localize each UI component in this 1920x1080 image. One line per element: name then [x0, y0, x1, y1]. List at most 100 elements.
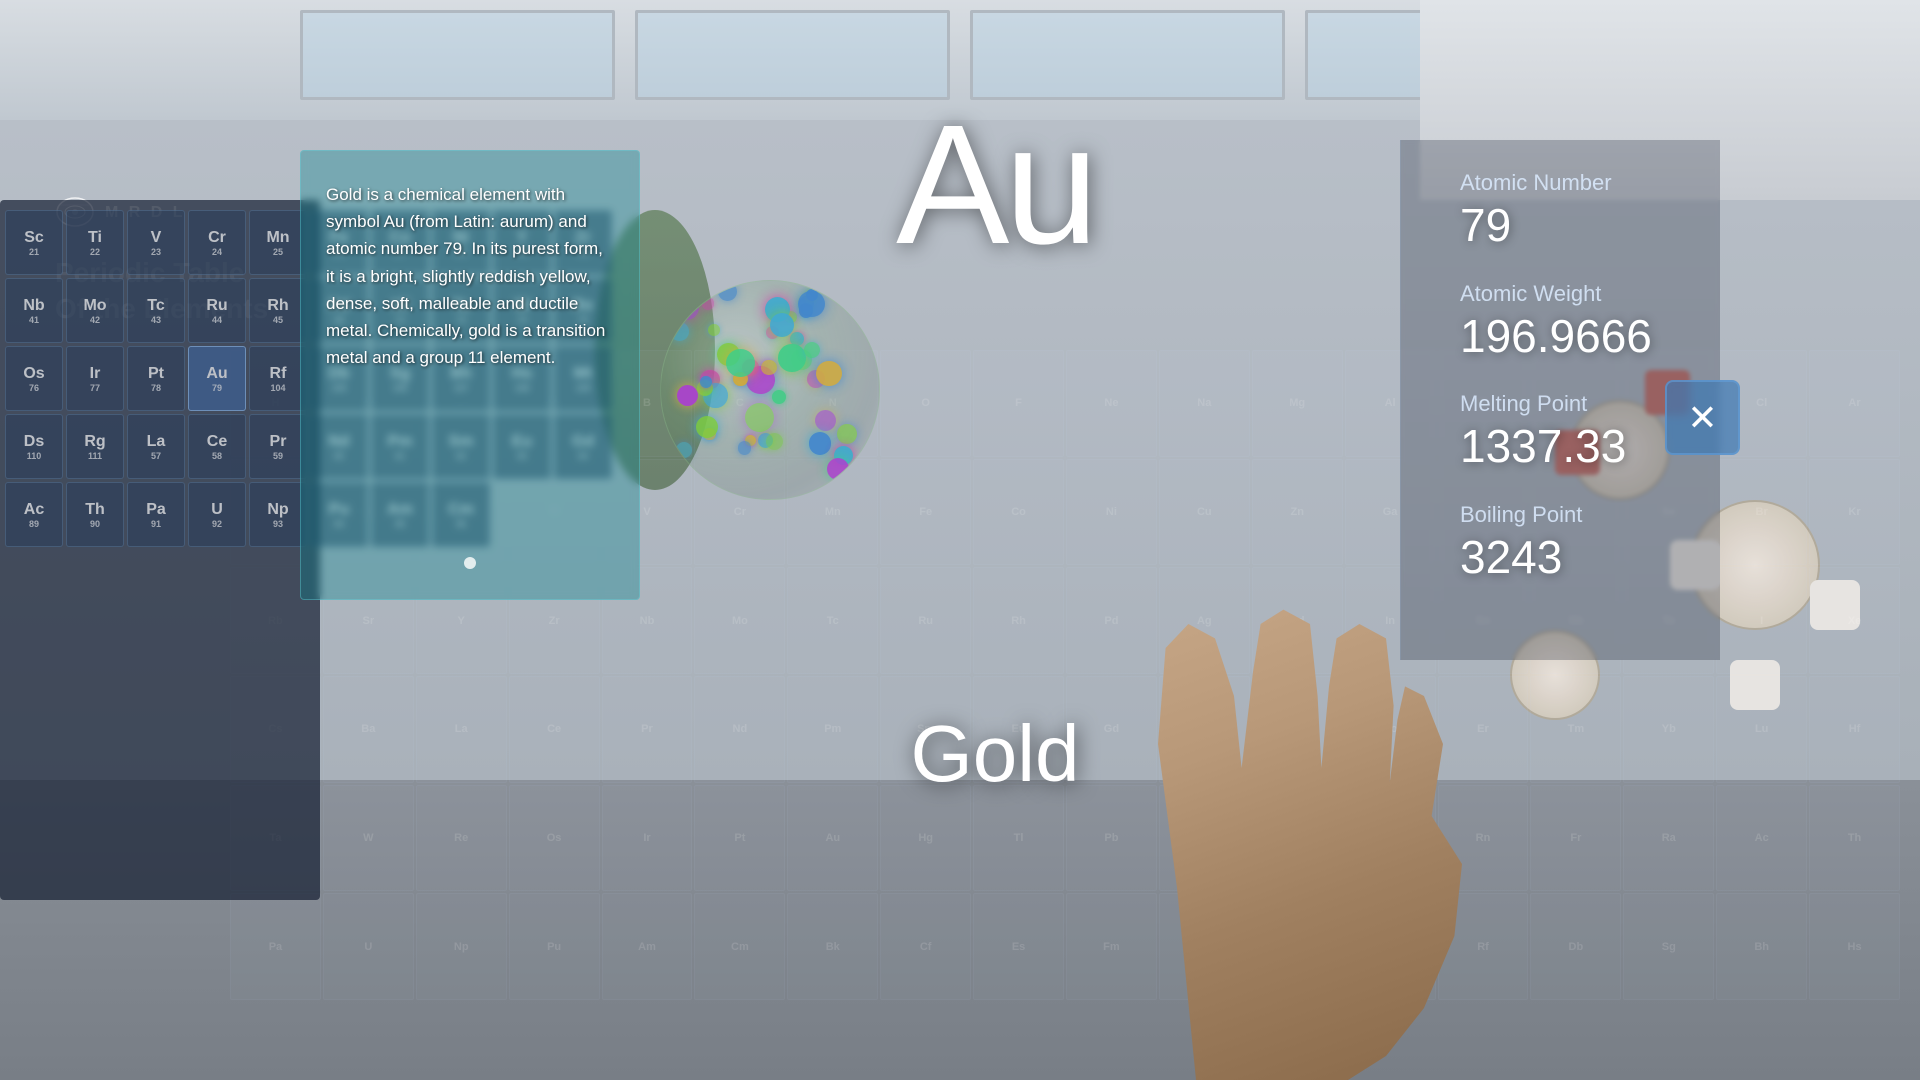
bg-element-cell: Rn [1438, 785, 1529, 892]
bg-element-cell: No [1252, 893, 1343, 1000]
bg-element-cell: Kr [1809, 459, 1900, 566]
periodic-element-tc[interactable]: Tc43 [127, 278, 185, 343]
periodic-element-pt[interactable]: Pt78 [127, 346, 185, 411]
bg-element-cell: Es [973, 893, 1064, 1000]
bg-element-cell: Pr [602, 676, 693, 783]
bg-element-cell: Tm [1530, 676, 1621, 783]
bg-element-cell: Po [1252, 785, 1343, 892]
atomic-weight-stat: Atomic Weight 196.9666 [1460, 281, 1700, 362]
periodic-element-rg[interactable]: Rg111 [66, 414, 124, 479]
element-symbol-display: Au [896, 100, 1094, 270]
atom-particle [778, 344, 806, 372]
atom-particle [677, 385, 698, 406]
bg-element-cell: Ir [602, 785, 693, 892]
atom-particle [837, 424, 857, 444]
periodic-element-os[interactable]: Os76 [5, 346, 63, 411]
periodic-element-ru[interactable]: Ru44 [188, 278, 246, 343]
bg-element-cell: Ra [1623, 785, 1714, 892]
periodic-element-u[interactable]: U92 [188, 482, 246, 547]
melting-point-label: Melting Point [1460, 391, 1700, 417]
melting-point-stat: Melting Point 1337.33 [1460, 391, 1700, 472]
bg-element-cell: Th [1809, 785, 1900, 892]
periodic-element-th[interactable]: Th90 [66, 482, 124, 547]
atomic-weight-label: Atomic Weight [1460, 281, 1700, 307]
ar-overlay: Au Gold is a chemical element with symbo… [270, 80, 1720, 680]
bg-element-cell: Dy [1252, 676, 1343, 783]
atom-particle [670, 322, 689, 341]
atom-particle [676, 442, 692, 458]
bg-element-cell: Am [602, 893, 693, 1000]
bg-element-cell: Cm [694, 893, 785, 1000]
boiling-point-label: Boiling Point [1460, 502, 1700, 528]
atom-particle [827, 458, 849, 480]
bg-element-cell: I [1716, 567, 1807, 674]
bg-element-cell: Bh [1716, 893, 1807, 1000]
bg-element-cell: Ho [1345, 676, 1436, 783]
atomic-weight-value: 196.9666 [1460, 311, 1700, 362]
dot-indicator [464, 557, 476, 569]
atom-model [660, 280, 890, 510]
bg-element-cell: Bi [1159, 785, 1250, 892]
bg-element-cell: Pb [1066, 785, 1157, 892]
atom-particle [726, 349, 755, 378]
bg-element-cell: Nd [694, 676, 785, 783]
bg-element-cell: Bk [787, 893, 878, 1000]
atom-particle [738, 441, 751, 454]
bg-element-cell: Br [1716, 459, 1807, 566]
bg-element-cell: Pt [694, 785, 785, 892]
atom-particle [761, 360, 776, 375]
bg-element-cell: Pm [787, 676, 878, 783]
atomic-number-stat: Atomic Number 79 [1460, 170, 1700, 251]
bg-element-cell: Lu [1716, 676, 1807, 783]
atomic-number-value: 79 [1460, 200, 1700, 251]
bg-element-cell: Rf [1438, 893, 1529, 1000]
element-name-display: Gold [911, 708, 1080, 800]
periodic-element-ds[interactable]: Ds110 [5, 414, 63, 479]
bg-element-cell: Tl [973, 785, 1064, 892]
atom-sphere [660, 280, 880, 500]
bg-element-cell: Cf [880, 893, 971, 1000]
boiling-point-stat: Boiling Point 3243 [1460, 502, 1700, 583]
atom-particle [809, 432, 831, 454]
bg-element-cell: Hf [1809, 676, 1900, 783]
atom-particle [770, 313, 794, 337]
periodic-element-v[interactable]: V23 [127, 210, 185, 275]
bg-element-cell: Md [1159, 893, 1250, 1000]
atom-particle [815, 410, 836, 431]
bg-element-cell: Ac [1716, 785, 1807, 892]
atom-particle [674, 294, 700, 320]
periodic-element-ac[interactable]: Ac89 [5, 482, 63, 547]
info-panel: Gold is a chemical element with symbol A… [300, 150, 640, 600]
periodic-element-ti[interactable]: Ti22 [66, 210, 124, 275]
atom-particle [816, 361, 841, 386]
atom-particle [745, 403, 774, 432]
periodic-element-la[interactable]: La57 [127, 414, 185, 479]
bg-element-cell: Gd [1066, 676, 1157, 783]
periodic-element-au[interactable]: Au79 [188, 346, 246, 411]
periodic-element-ir[interactable]: Ir77 [66, 346, 124, 411]
bg-element-cell: Hg [880, 785, 971, 892]
periodic-element-cr[interactable]: Cr24 [188, 210, 246, 275]
bg-element-cell: Tb [1159, 676, 1250, 783]
bg-element-cell: Lr [1345, 893, 1436, 1000]
atom-particle [718, 282, 737, 301]
periodic-element-nb[interactable]: Nb41 [5, 278, 63, 343]
melting-point-value: 1337.33 [1460, 421, 1700, 472]
close-button[interactable]: ✕ [1665, 380, 1740, 455]
bg-element-cell: Fm [1066, 893, 1157, 1000]
bg-element-cell: Au [787, 785, 878, 892]
bg-element-cell: Xe [1809, 567, 1900, 674]
periodic-element-mo[interactable]: Mo42 [66, 278, 124, 343]
bg-element-cell: Ar [1809, 350, 1900, 457]
atom-particle [804, 342, 820, 358]
boiling-point-value: 3243 [1460, 532, 1700, 583]
periodic-element-ce[interactable]: Ce58 [188, 414, 246, 479]
atom-particle [766, 433, 783, 450]
periodic-element-sc[interactable]: Sc21 [5, 210, 63, 275]
atom-particle [772, 390, 786, 404]
bg-element-cell: Sg [1623, 893, 1714, 1000]
periodic-element-pa[interactable]: Pa91 [127, 482, 185, 547]
bg-element-cell: Yb [1623, 676, 1714, 783]
atom-particle [702, 297, 715, 310]
atom-particle [708, 324, 720, 336]
